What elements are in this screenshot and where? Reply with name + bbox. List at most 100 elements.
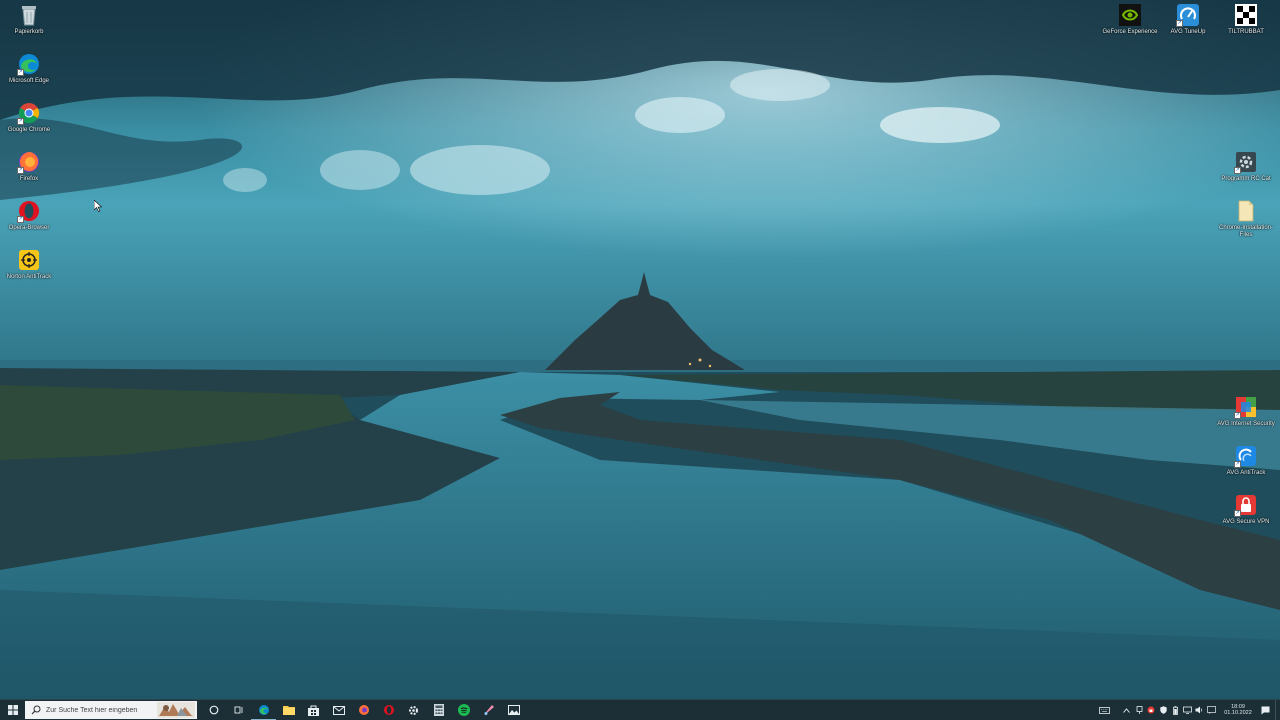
- desktop-icon-geforce-experience[interactable]: GeForce Experience: [1101, 3, 1159, 36]
- desktop-icon-label: Papierkorb: [14, 29, 44, 35]
- desktop-icon-label: Chrome-Installation-Files: [1218, 225, 1274, 238]
- taskbar-firefox[interactable]: [351, 700, 376, 720]
- spotify-icon: [457, 704, 470, 716]
- shortcut-arrow-icon: ↗: [1234, 461, 1241, 468]
- shortcut-arrow-icon: ↗: [17, 167, 24, 174]
- desktop-icon-label: Opera-Browser: [8, 225, 50, 231]
- wallpaper-landscape: [0, 0, 1280, 700]
- taskbar-mail[interactable]: [326, 700, 351, 720]
- wifi-icon: [1182, 706, 1192, 714]
- show-desktop-button[interactable]: [1275, 700, 1280, 720]
- desktop-icon-avg-secure-vpn[interactable]: ↗ AVG Secure VPN: [1217, 493, 1275, 526]
- shortcut-arrow-icon: ↗: [1176, 20, 1183, 27]
- taskbar-store[interactable]: [301, 700, 326, 720]
- desktop-icon-opera-browser[interactable]: ↗ Opera-Browser: [0, 199, 58, 232]
- search-input[interactable]: [46, 706, 161, 714]
- desktop-icon-programm-rc-cat[interactable]: ↗ Programm RC Cat: [1217, 150, 1275, 183]
- shortcut-arrow-icon: ↗: [17, 69, 24, 76]
- taskbar-photos[interactable]: [501, 700, 526, 720]
- avg-internet-security-icon: ↗: [1234, 395, 1258, 419]
- desktop-icon-label: AVG AntiTrack: [1226, 470, 1266, 476]
- taskbar-calculator[interactable]: [426, 700, 451, 720]
- start-button[interactable]: [0, 700, 25, 720]
- desktop-wallpaper: [0, 0, 1280, 700]
- tray-keyboard[interactable]: [1095, 700, 1113, 720]
- desktop-icon-avg-tuneup[interactable]: ↗ AVG TuneUp: [1159, 3, 1217, 36]
- desktop-icon-label: Google Chrome: [7, 127, 51, 133]
- vpn-lock-icon: ↗: [1234, 493, 1258, 517]
- tray-volume[interactable]: [1193, 700, 1205, 720]
- store-icon: [308, 705, 319, 716]
- file-icon: [1234, 199, 1258, 223]
- desktop-icon-recycle-bin[interactable]: Papierkorb: [0, 3, 58, 36]
- search-box[interactable]: [25, 701, 197, 719]
- desktop-icon-label: AVG TuneUp: [1170, 29, 1206, 35]
- desktop-icon-microsoft-edge[interactable]: ↗ Microsoft Edge: [0, 52, 58, 85]
- desktop-icon-label: GeForce Experience: [1102, 29, 1158, 35]
- taskbar-clock[interactable]: 18:09 01.10.2022: [1221, 704, 1255, 717]
- volume-icon: [1195, 706, 1202, 714]
- action-center-button[interactable]: [1255, 700, 1275, 720]
- system-tray: 18:09 01.10.2022: [1095, 700, 1280, 720]
- keyboard-icon: [1098, 706, 1110, 714]
- desktop-icon-label: AVG Internet Security: [1217, 421, 1275, 427]
- tray-shield[interactable]: [1157, 700, 1169, 720]
- clock-date: 01.10.2022: [1224, 710, 1252, 716]
- shortcut-arrow-icon: ↗: [17, 118, 24, 125]
- desktop-icon-avg-internet-security[interactable]: ↗ AVG Internet Security: [1217, 395, 1275, 428]
- opera-icon: [383, 705, 394, 715]
- desktop-icon-label: AVG Secure VPN: [1222, 519, 1270, 525]
- shortcut-arrow-icon: ↗: [1234, 412, 1241, 419]
- desktop-icon-avg-antitrack[interactable]: ↗ AVG AntiTrack: [1217, 444, 1275, 477]
- tray-avg[interactable]: [1145, 700, 1157, 720]
- tray-language[interactable]: [1205, 700, 1217, 720]
- taskbar-edge[interactable]: [251, 700, 276, 720]
- settings-icon: [409, 705, 418, 715]
- opera-icon: ↗: [17, 199, 41, 223]
- task-view-button[interactable]: [226, 700, 251, 720]
- pinned-apps: [201, 700, 526, 720]
- desktop-icon-firefox[interactable]: ↗ Firefox: [0, 150, 58, 183]
- gear-tool-icon: ↗: [1234, 150, 1258, 174]
- language-icon: [1206, 706, 1216, 714]
- desktop-icon-google-chrome[interactable]: ↗ Google Chrome: [0, 101, 58, 134]
- file-explorer-icon: [282, 706, 295, 715]
- tray-network-drive[interactable]: [1133, 700, 1145, 720]
- desktop-icon-label: TILTRUBBAT: [1228, 29, 1264, 35]
- search-icon: [31, 705, 41, 715]
- desktop-icon-label: Programm RC Cat: [1221, 176, 1271, 182]
- calculator-icon: [433, 704, 444, 716]
- taskbar-settings[interactable]: [401, 700, 426, 720]
- shortcut-arrow-icon: ↗: [17, 216, 24, 223]
- desktop-icon-chrome-installation-files[interactable]: Chrome-Installation-Files: [1217, 199, 1275, 239]
- shield-tray-icon: [1159, 706, 1167, 714]
- shortcut-arrow-icon: ↗: [1234, 167, 1241, 174]
- mail-icon: [332, 705, 345, 715]
- avg-antitrack-icon: ↗: [1234, 444, 1258, 468]
- tiltrubbat-icon: [1234, 3, 1258, 27]
- battery-icon: [1172, 705, 1178, 715]
- desktop-icon-label: Norton AntiTrack: [6, 274, 52, 280]
- tray-power[interactable]: [1169, 700, 1181, 720]
- network-icon: [1136, 706, 1142, 714]
- avg-tray-icon: [1147, 706, 1155, 714]
- mouse-cursor-icon: [94, 200, 102, 212]
- task-view-icon: [234, 706, 242, 714]
- desktop-icon-norton-antitrack[interactable]: Norton AntiTrack: [0, 248, 58, 281]
- taskbar-opera[interactable]: [376, 700, 401, 720]
- windows-logo-icon: [7, 705, 18, 715]
- taskbar-paint[interactable]: [476, 700, 501, 720]
- nvidia-icon: [1118, 3, 1142, 27]
- search-highlight-image: [157, 702, 195, 718]
- photos-icon: [507, 705, 520, 715]
- taskbar-spotify[interactable]: [451, 700, 476, 720]
- tray-show-hidden[interactable]: [1119, 700, 1133, 720]
- desktop-icon-tiltrubbat[interactable]: TILTRUBBAT: [1217, 3, 1275, 36]
- cortana-button[interactable]: [201, 700, 226, 720]
- chevron-up-icon: [1122, 707, 1130, 713]
- edge-icon: ↗: [17, 52, 41, 76]
- tray-network[interactable]: [1181, 700, 1193, 720]
- recycle-bin-icon: [17, 3, 41, 27]
- shortcut-arrow-icon: ↗: [1234, 510, 1241, 517]
- taskbar-file-explorer[interactable]: [276, 700, 301, 720]
